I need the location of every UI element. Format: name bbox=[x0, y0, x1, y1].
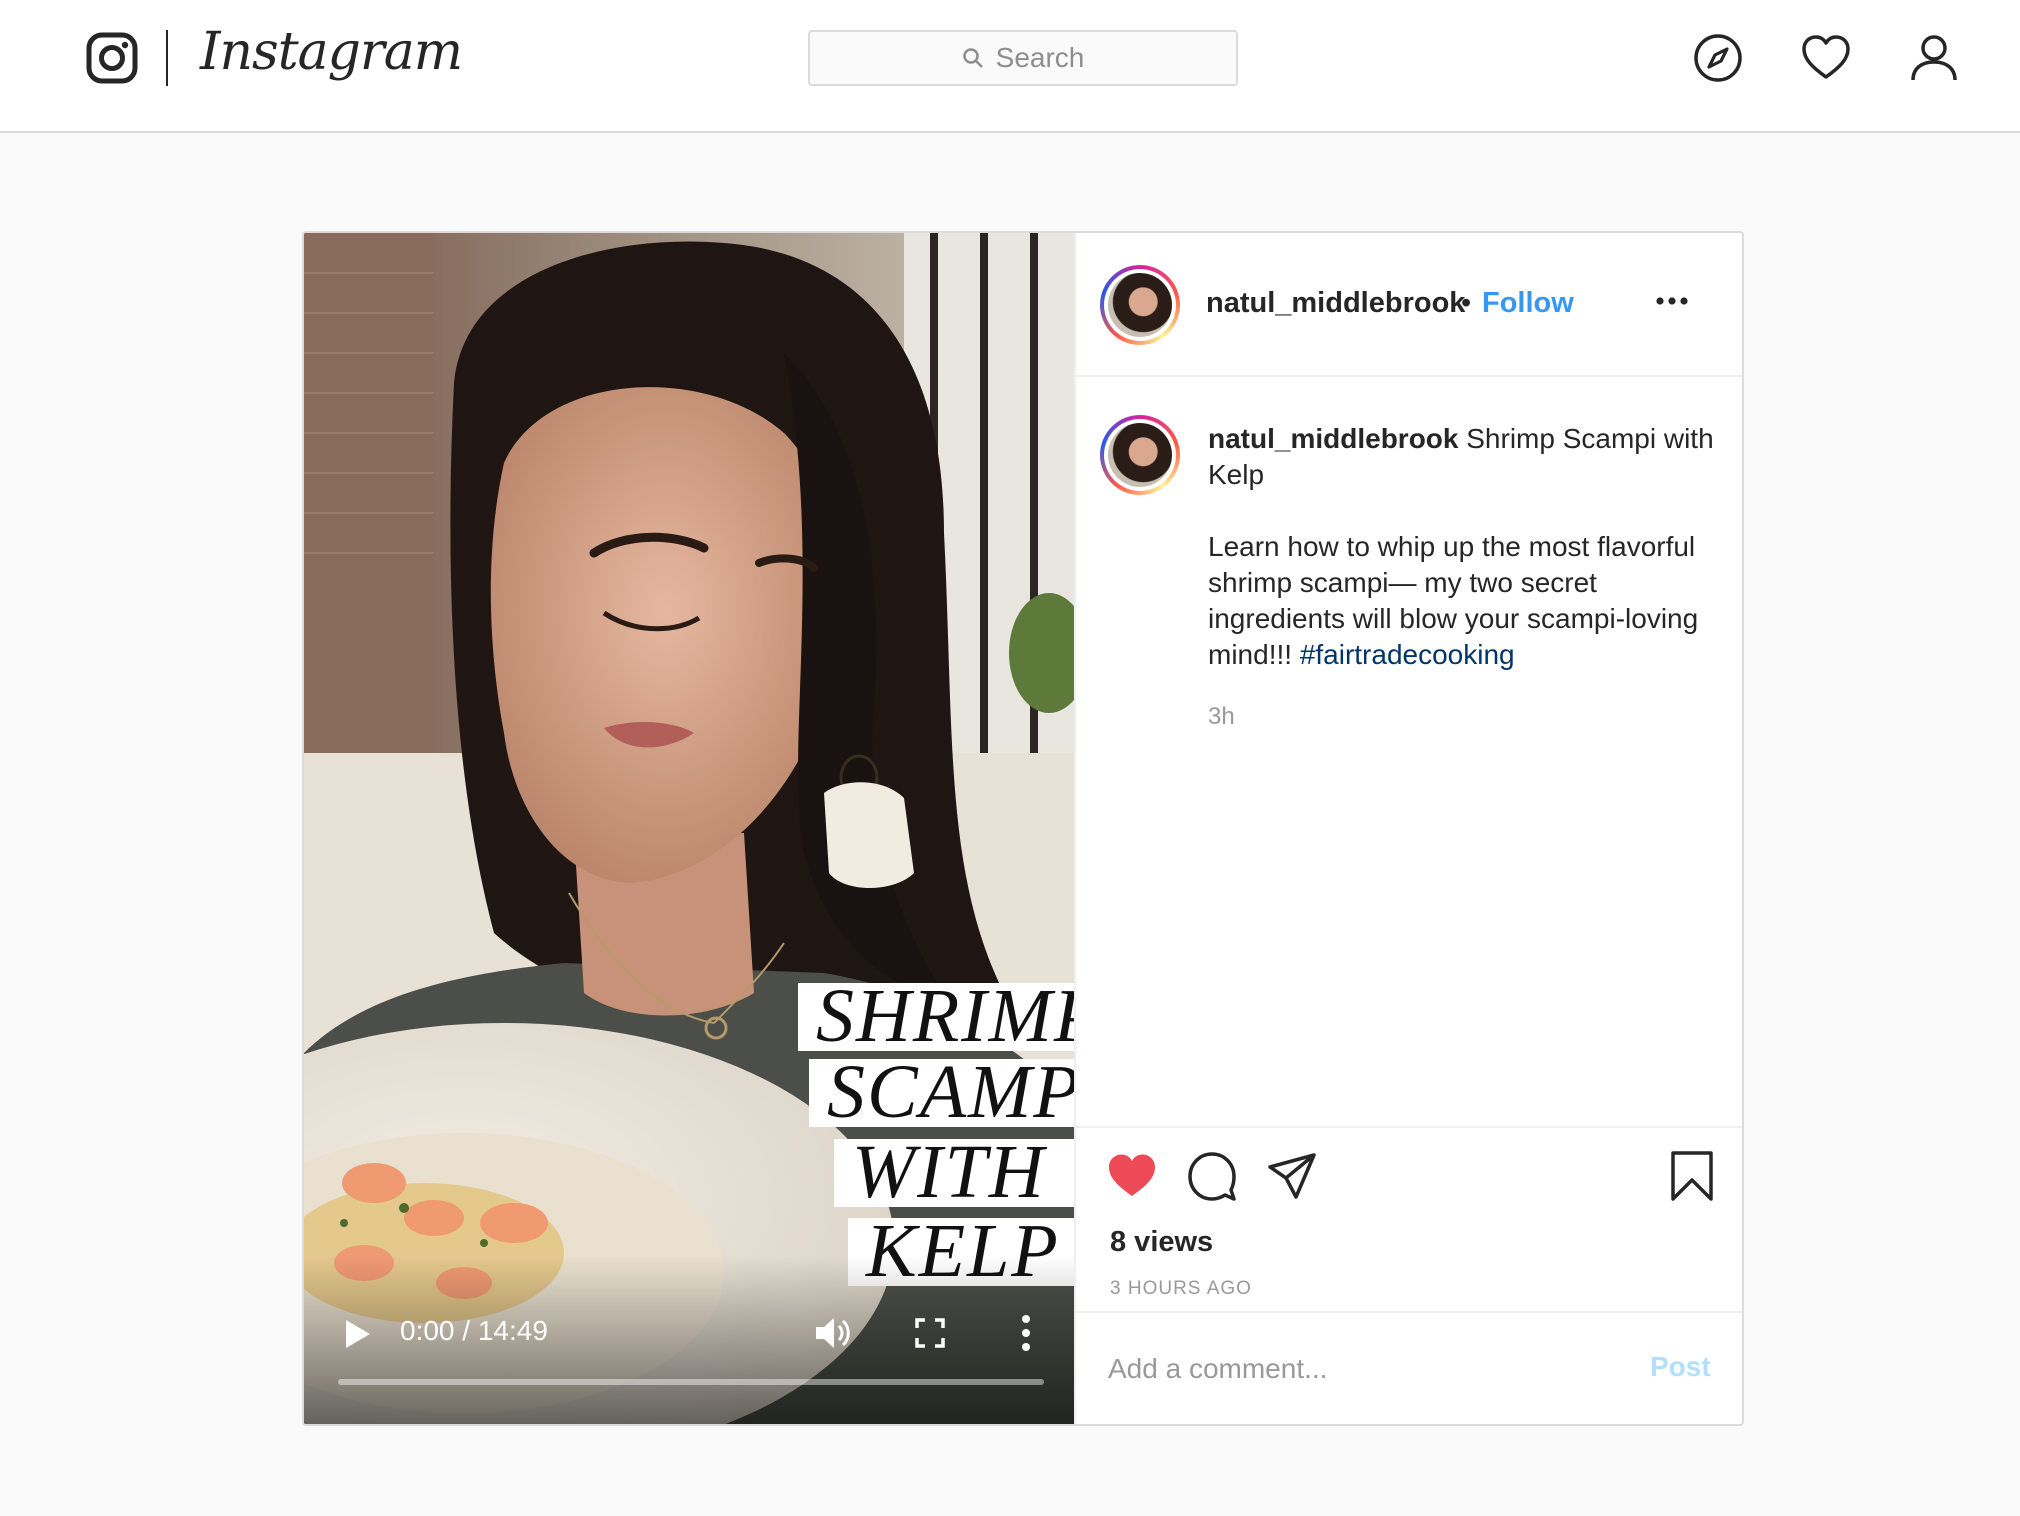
post-actions: 8 views 3 HOURS AGO bbox=[1076, 1126, 1742, 1311]
more-options-icon[interactable] bbox=[1652, 291, 1692, 311]
follow-button[interactable]: Follow bbox=[1482, 287, 1574, 320]
avatar[interactable] bbox=[1100, 265, 1180, 345]
comment-bar: Post bbox=[1076, 1311, 1742, 1424]
search-icon bbox=[962, 48, 983, 68]
post-timestamp: 3 HOURS AGO bbox=[1110, 1278, 1252, 1299]
caption-username[interactable]: natul_middlebrook bbox=[1208, 423, 1458, 454]
post-sidebar: natul_middlebrook • Follow natul_middleb… bbox=[1074, 233, 1742, 1424]
video-progress-bar[interactable] bbox=[338, 1379, 1044, 1385]
comment-icon[interactable] bbox=[1186, 1150, 1238, 1202]
comment-input[interactable] bbox=[1108, 1347, 1628, 1391]
post-header: natul_middlebrook • Follow bbox=[1076, 233, 1742, 377]
volume-icon[interactable] bbox=[814, 1315, 854, 1351]
like-heart-icon[interactable] bbox=[1106, 1150, 1158, 1202]
overlay-text-line: SHRIMP bbox=[798, 983, 1074, 1051]
overlay-text-line: SCAMPI bbox=[809, 1059, 1074, 1127]
logo-divider bbox=[166, 30, 168, 86]
heart-icon[interactable] bbox=[1800, 32, 1852, 84]
post-caption: natul_middlebrook Shrimp Scampi with Kel… bbox=[1208, 421, 1728, 673]
hashtag-link[interactable]: #fairtradecooking bbox=[1300, 639, 1515, 670]
top-nav: Instagram Search bbox=[0, 0, 2020, 133]
video-time: 0:00 / 14:49 bbox=[400, 1315, 548, 1346]
post-card: SHRIMP SCAMPI WITH KELP 0:00 / 14:49 n bbox=[302, 231, 1744, 1426]
video-more-options-icon[interactable] bbox=[1020, 1313, 1032, 1353]
caption-avatar[interactable] bbox=[1100, 415, 1180, 495]
overlay-text-line: WITH bbox=[834, 1139, 1074, 1207]
fullscreen-icon[interactable] bbox=[914, 1317, 946, 1349]
instagram-glyph-icon[interactable] bbox=[86, 32, 138, 84]
view-count[interactable]: 8 views bbox=[1110, 1226, 1213, 1259]
search-box[interactable]: Search bbox=[808, 30, 1238, 86]
separator-dot: • bbox=[1461, 287, 1472, 319]
profile-icon[interactable] bbox=[1908, 32, 1960, 84]
play-icon[interactable] bbox=[344, 1318, 372, 1350]
share-icon[interactable] bbox=[1266, 1150, 1318, 1202]
video-player[interactable]: SHRIMP SCAMPI WITH KELP 0:00 / 14:49 bbox=[304, 233, 1074, 1424]
caption-age: 3h bbox=[1208, 703, 1235, 730]
compass-icon[interactable] bbox=[1692, 32, 1744, 84]
post-username[interactable]: natul_middlebrook bbox=[1206, 287, 1465, 320]
post-comment-button[interactable]: Post bbox=[1650, 1351, 1711, 1383]
bookmark-icon[interactable] bbox=[1666, 1150, 1718, 1202]
search-placeholder: Search bbox=[995, 42, 1085, 73]
instagram-wordmark[interactable]: Instagram bbox=[200, 22, 463, 82]
